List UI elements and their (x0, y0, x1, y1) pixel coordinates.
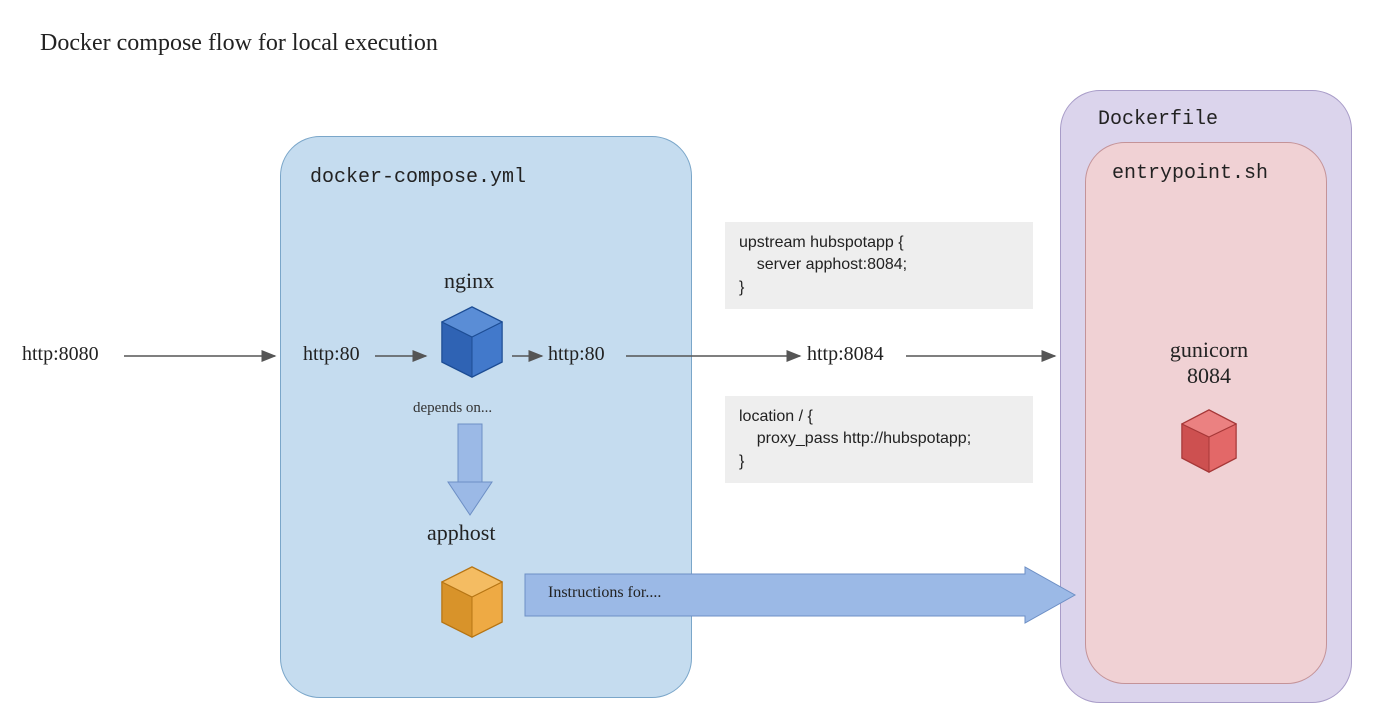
dockerfile-label: Dockerfile (1098, 108, 1218, 131)
http-80-out-label: http:80 (548, 343, 605, 366)
depends-arrow-icon (440, 420, 500, 520)
nginx-upstream-code: upstream hubspotapp { server apphost:808… (725, 222, 1033, 309)
http-8080-label: http:8080 (22, 343, 99, 366)
gunicorn-label: gunicorn 8084 (1154, 337, 1264, 389)
nginx-label: nginx (444, 268, 494, 294)
diagram-title: Docker compose flow for local execution (40, 30, 438, 57)
apphost-cube-icon (432, 560, 512, 650)
depends-on-label: depends on... (413, 400, 492, 417)
instructions-label: Instructions for.... (548, 584, 661, 602)
http-80-in-label: http:80 (303, 343, 360, 366)
entrypoint-label: entrypoint.sh (1112, 162, 1268, 185)
nginx-location-code: location / { proxy_pass http://hubspotap… (725, 396, 1033, 483)
http-8084-label: http:8084 (807, 343, 884, 366)
docker-compose-label: docker-compose.yml (310, 166, 526, 189)
nginx-cube-icon (432, 300, 512, 390)
gunicorn-cube-icon (1174, 404, 1244, 484)
apphost-label: apphost (427, 520, 495, 546)
